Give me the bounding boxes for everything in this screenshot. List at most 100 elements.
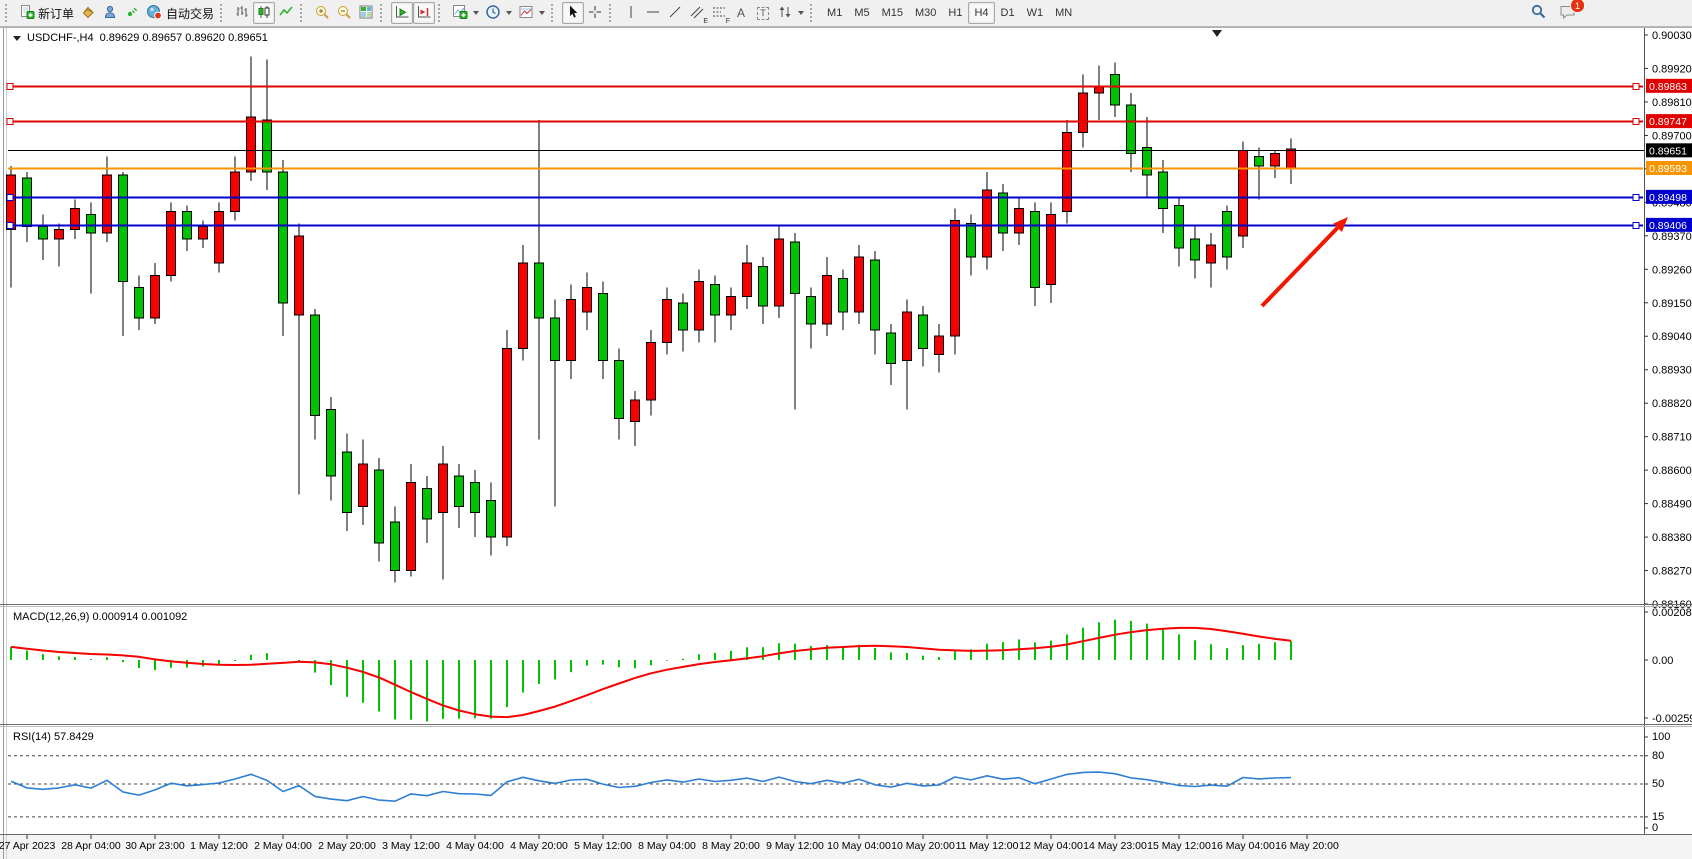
candle-body xyxy=(503,348,512,537)
chart-menu-arrow-icon[interactable] xyxy=(13,36,21,41)
toolbar-grip[interactable] xyxy=(810,4,817,22)
chart-header: USDCHF-,H4 0.89629 0.89657 0.89620 0.896… xyxy=(13,32,268,44)
candle-body xyxy=(215,211,224,263)
auto-trading-button[interactable]: 自动交易 xyxy=(143,2,217,24)
toolbar-grip[interactable] xyxy=(609,4,616,22)
text-tool-button[interactable]: A xyxy=(730,2,752,24)
candle-body xyxy=(679,303,688,330)
tf-button-H1[interactable]: H1 xyxy=(942,2,968,24)
auto-trading-icon xyxy=(146,4,163,23)
hline-handle[interactable] xyxy=(7,84,13,90)
toolbar-grip[interactable] xyxy=(220,4,227,22)
price-tick-label: 0.88270 xyxy=(1652,566,1692,578)
chevron-down-icon xyxy=(798,11,804,15)
signals-button[interactable] xyxy=(121,2,143,24)
tf-button-M1[interactable]: M1 xyxy=(821,2,848,24)
rsi-value: 57.8429 xyxy=(54,731,94,743)
search-button[interactable] xyxy=(1527,2,1550,24)
tf-button-M15[interactable]: M15 xyxy=(876,2,909,24)
zoom-in-button[interactable] xyxy=(311,2,333,24)
profile-button[interactable] xyxy=(99,2,121,24)
time-tick-label: 8 May 04:00 xyxy=(638,840,696,852)
hline-handle[interactable] xyxy=(7,119,13,125)
hline-handle[interactable] xyxy=(1633,119,1639,125)
hline-handle[interactable] xyxy=(1633,84,1639,90)
fibonacci-icon xyxy=(711,4,727,23)
candle-body xyxy=(1255,157,1264,166)
candle-body xyxy=(1207,245,1216,263)
hline-handle[interactable] xyxy=(7,223,13,229)
time-tick-label: 3 May 12:00 xyxy=(382,840,440,852)
toolbar-grip[interactable] xyxy=(551,4,558,22)
paint-bucket-button[interactable] xyxy=(77,2,99,24)
candle-body xyxy=(791,242,800,294)
cursor-button[interactable] xyxy=(562,2,584,24)
candle-body xyxy=(519,263,528,348)
candle-body xyxy=(1063,132,1072,211)
chat-button[interactable]: 1 xyxy=(1556,2,1580,24)
candle-body xyxy=(1015,208,1024,232)
templates-icon xyxy=(518,4,534,23)
price-badge-label: 0.89406 xyxy=(1649,220,1687,232)
equidistant-channel-tool-button[interactable]: E xyxy=(686,2,708,24)
chevron-down-icon xyxy=(506,11,512,15)
indicators-button[interactable] xyxy=(449,2,482,24)
vertical-line-tool-button[interactable] xyxy=(620,2,642,24)
crosshair-button[interactable] xyxy=(584,2,606,24)
price-tick-label: 0.88710 xyxy=(1652,432,1692,444)
horizontal-line-tool-button[interactable] xyxy=(642,2,664,24)
time-tick-label: 5 May 12:00 xyxy=(574,840,632,852)
periods-button[interactable] xyxy=(482,2,515,24)
new-order-button[interactable]: 新订单 xyxy=(16,2,77,24)
toolbar: 新订单 自动交易 xyxy=(0,0,1692,27)
candle-body xyxy=(375,470,384,543)
price-tick-label: 0.89700 xyxy=(1652,130,1692,142)
candlestick-chart-button[interactable] xyxy=(253,2,275,24)
tf-button-M30[interactable]: M30 xyxy=(909,2,942,24)
fibonacci-tool-button[interactable]: F xyxy=(708,2,730,24)
tf-button-M5[interactable]: M5 xyxy=(848,2,875,24)
templates-button[interactable] xyxy=(515,2,548,24)
tf-button-D1[interactable]: D1 xyxy=(995,2,1021,24)
zoom-out-button[interactable] xyxy=(333,2,355,24)
hline-handle[interactable] xyxy=(1633,195,1639,201)
time-tick-label: 30 Apr 23:00 xyxy=(125,840,185,852)
toolbar-grip[interactable] xyxy=(5,4,12,22)
tile-windows-button[interactable] xyxy=(355,2,377,24)
candle-body xyxy=(263,120,272,172)
rsi-axis-label: 50 xyxy=(1652,778,1664,790)
toolbar-grip[interactable] xyxy=(300,4,307,22)
candle-body xyxy=(311,315,320,415)
rsi-name: RSI(14) xyxy=(13,731,51,743)
arrows-tool-button[interactable] xyxy=(774,2,807,24)
candle-body xyxy=(903,312,912,361)
candle-body xyxy=(455,476,464,506)
trendline-tool-button[interactable] xyxy=(664,2,686,24)
price-badge-label: 0.89747 xyxy=(1649,116,1687,128)
tf-button-W1[interactable]: W1 xyxy=(1021,2,1050,24)
hline-handle[interactable] xyxy=(7,195,13,201)
candle-body xyxy=(823,275,832,324)
candle-body xyxy=(807,297,816,324)
chart-shift-button[interactable] xyxy=(413,2,435,24)
toolbar-grip[interactable] xyxy=(438,4,445,22)
tf-button-MN[interactable]: MN xyxy=(1049,2,1078,24)
auto-trading-label: 自动交易 xyxy=(166,5,214,22)
candle-body xyxy=(391,522,400,571)
macd-values: 0.000914 0.001092 xyxy=(92,611,187,623)
candle-body xyxy=(1095,87,1104,93)
candle-body xyxy=(1287,149,1296,169)
candle-body xyxy=(71,208,80,229)
auto-scroll-button[interactable] xyxy=(391,2,413,24)
line-chart-button[interactable] xyxy=(275,2,297,24)
toolbar-grip[interactable] xyxy=(380,4,387,22)
text-label-tool-button[interactable]: T xyxy=(752,2,774,24)
candle-body xyxy=(231,172,240,212)
candle-body xyxy=(727,297,736,315)
arrows-icon xyxy=(777,4,793,23)
cursor-icon xyxy=(565,4,581,23)
tf-button-H4[interactable]: H4 xyxy=(968,2,994,24)
new-order-icon xyxy=(19,4,35,23)
bar-chart-button[interactable] xyxy=(231,2,253,24)
hline-handle[interactable] xyxy=(1633,223,1639,229)
